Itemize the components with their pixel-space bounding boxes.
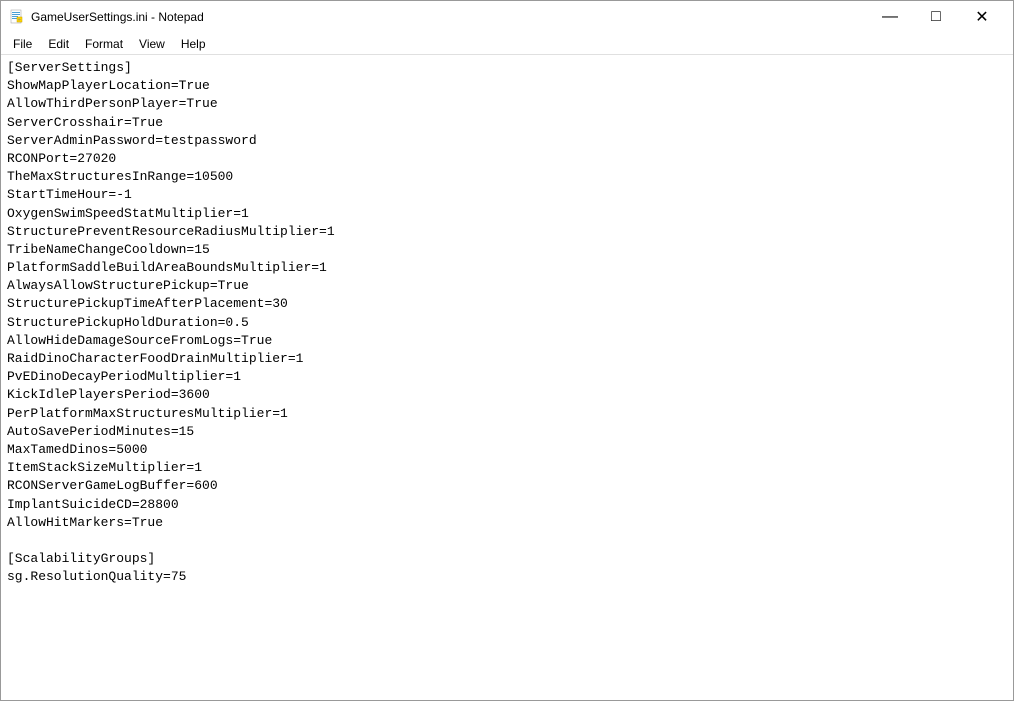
menu-help[interactable]: Help <box>173 33 214 55</box>
menu-edit[interactable]: Edit <box>40 33 77 55</box>
menu-view[interactable]: View <box>131 33 173 55</box>
minimize-button[interactable]: — <box>867 1 913 33</box>
notepad-icon <box>9 9 25 25</box>
window-title: GameUserSettings.ini - Notepad <box>31 10 867 24</box>
menu-file[interactable]: File <box>5 33 40 55</box>
content-area: [ServerSettings] ShowMapPlayerLocation=T… <box>1 55 1013 700</box>
menu-bar: File Edit Format View Help <box>1 33 1013 55</box>
text-editor[interactable]: [ServerSettings] ShowMapPlayerLocation=T… <box>1 55 1013 700</box>
main-window: GameUserSettings.ini - Notepad — □ ✕ Fil… <box>0 0 1014 701</box>
menu-format[interactable]: Format <box>77 33 131 55</box>
maximize-button[interactable]: □ <box>913 1 959 33</box>
title-bar: GameUserSettings.ini - Notepad — □ ✕ <box>1 1 1013 33</box>
window-controls: — □ ✕ <box>867 1 1005 33</box>
close-button[interactable]: ✕ <box>959 1 1005 33</box>
